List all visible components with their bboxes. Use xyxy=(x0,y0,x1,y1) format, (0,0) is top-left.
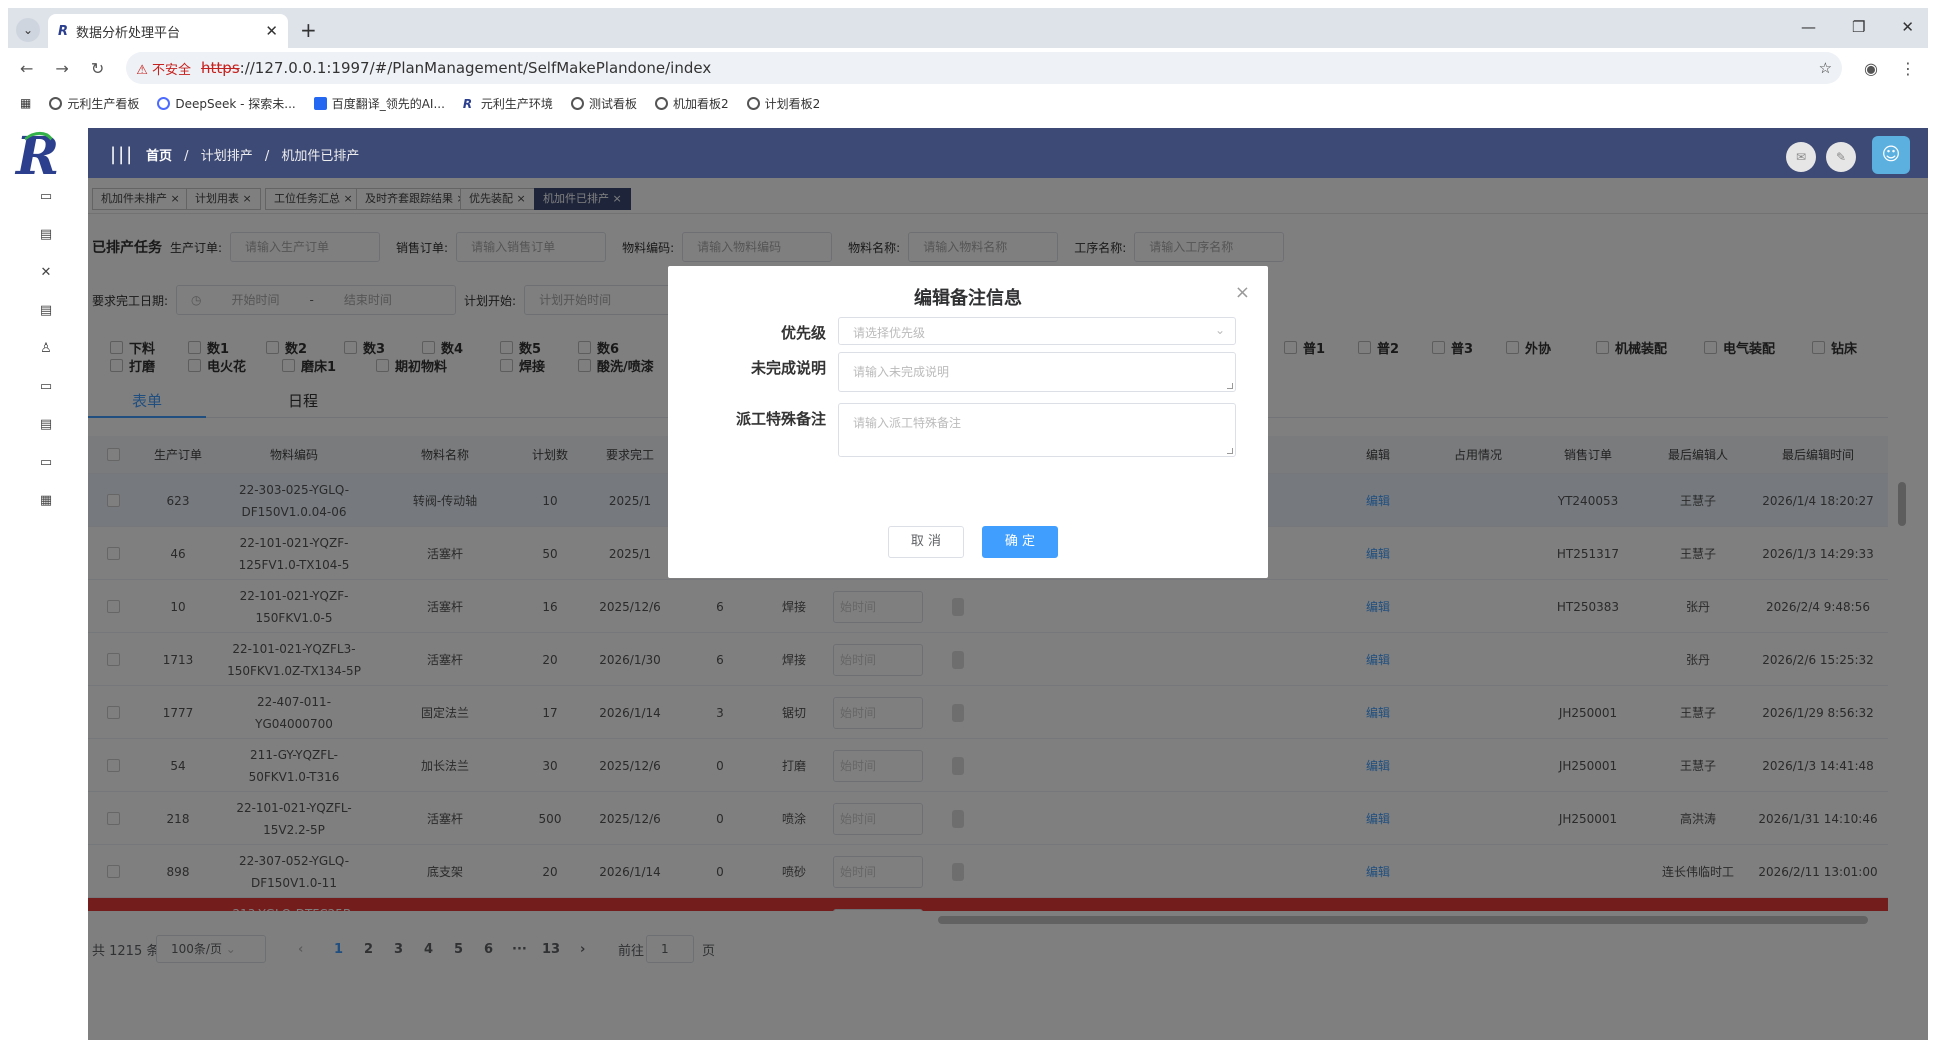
browser-tab[interactable]: R 数据分析处理平台 ✕ xyxy=(48,14,288,48)
translate-icon xyxy=(313,96,327,110)
breadcrumb-separator: / xyxy=(264,149,270,164)
globe-icon xyxy=(49,96,63,110)
bookmark-item[interactable]: 测试看板 xyxy=(570,95,637,112)
priority-label: 优先级 xyxy=(780,324,826,342)
bookmark-item[interactable]: R 元利生产环境 xyxy=(463,95,553,112)
globe-icon xyxy=(570,96,584,110)
new-tab-button[interactable]: + xyxy=(300,18,317,42)
profile-icon[interactable]: ◉ xyxy=(1864,59,1878,78)
confirm-button[interactable]: 确 定 xyxy=(982,526,1058,558)
monitor-icon[interactable]: ▭ xyxy=(38,190,54,204)
window-close-icon[interactable]: ✕ xyxy=(1901,18,1914,36)
toolbar: ← → ↻ ⚠ 不安全 https://127.0.0.1:1997/#/Pla… xyxy=(8,48,1928,88)
url-text: ://127.0.0.1:1997/#/PlanManagement/SelfM… xyxy=(239,59,712,77)
edit-remark-dialog: 编辑备注信息 × 优先级 请选择优先级 ⌄ 未完成说明 请输入未完成说明 派工特… xyxy=(668,266,1268,578)
bookmark-item[interactable]: DeepSeek - 探索未... xyxy=(157,95,296,112)
dispatch-textarea[interactable]: 请输入派工特殊备注 xyxy=(838,403,1236,457)
bookmarks-bar: ▦ 元利生产看板 DeepSeek - 探索未... 百度翻译_领先的AI...… xyxy=(8,88,1928,118)
minimize-icon[interactable]: — xyxy=(1801,18,1816,36)
browser-chrome: ⌄ R 数据分析处理平台 ✕ + — ❐ ✕ ← → ↻ ⚠ 不安全 https… xyxy=(8,8,1928,118)
apps-icon[interactable]: ▦ xyxy=(20,96,31,110)
tab-strip: ⌄ R 数据分析处理平台 ✕ + — ❐ ✕ xyxy=(8,8,1928,48)
breadcrumb-plan[interactable]: 计划排产 xyxy=(201,149,253,164)
bookmark-item[interactable]: 机加看板2 xyxy=(654,95,729,112)
incomplete-label: 未完成说明 xyxy=(750,359,826,377)
stamp-icon[interactable]: ♙ xyxy=(38,342,54,356)
hamburger-icon[interactable]: ||| xyxy=(110,144,134,165)
insecure-badge[interactable]: ⚠ 不安全 xyxy=(136,59,191,78)
tab-title: 数据分析处理平台 xyxy=(76,25,181,41)
globe-icon xyxy=(746,96,760,110)
tools-icon[interactable]: ✕ xyxy=(38,266,54,280)
url-scheme: https xyxy=(201,59,240,77)
reload-icon[interactable]: ↻ xyxy=(91,59,104,78)
bookmark-item[interactable]: 元利生产看板 xyxy=(49,95,139,112)
bookmark-item[interactable]: 计划看板2 xyxy=(746,95,820,112)
tab-search-button[interactable]: ⌄ xyxy=(16,18,40,42)
breadcrumb-separator: / xyxy=(184,149,189,164)
bookmark-star-icon[interactable]: ☆ xyxy=(1819,59,1832,77)
tab-close-icon[interactable]: ✕ xyxy=(265,22,278,40)
incomplete-textarea[interactable]: 请输入未完成说明 xyxy=(838,352,1236,392)
screen-icon[interactable]: ▭ xyxy=(38,456,54,470)
edit-icon[interactable]: ✎ xyxy=(1826,142,1856,172)
menu-icon[interactable]: ⋮ xyxy=(1900,59,1916,78)
breadcrumb-home[interactable]: 首页 xyxy=(146,149,172,164)
breadcrumb: 首页 / 计划排产 / 机加件已排产 xyxy=(146,145,359,164)
document-icon[interactable]: ▤ xyxy=(38,228,54,242)
close-icon[interactable]: × xyxy=(1235,282,1250,303)
app-logo: R ⌒ xyxy=(16,126,60,187)
top-header: ||| 首页 / 计划排产 / 机加件已排产 ✉ ✎ ☺ xyxy=(88,128,1928,178)
calendar-icon[interactable]: ▦ xyxy=(38,494,54,508)
chevron-down-icon: ⌄ xyxy=(1214,323,1225,337)
address-bar[interactable]: ⚠ 不安全 https://127.0.0.1:1997/#/PlanManag… xyxy=(126,52,1843,84)
report-icon[interactable]: ▤ xyxy=(38,418,54,432)
message-icon[interactable]: ✉ xyxy=(1786,142,1816,172)
breadcrumb-current: 机加件已排产 xyxy=(281,149,360,164)
machine-icon[interactable]: ▭ xyxy=(38,380,54,394)
avatar[interactable]: ☺ xyxy=(1872,136,1910,174)
r-logo-icon: R xyxy=(462,96,473,111)
window-controls: — ❐ ✕ xyxy=(1801,18,1914,36)
priority-select[interactable]: 请选择优先级 ⌄ xyxy=(838,317,1236,345)
sidebar: R ⌒ ▭ ▤ ✕ ▤ ♙ ▭ ▤ ▭ ▦ xyxy=(8,128,88,1040)
dialog-title: 编辑备注信息 xyxy=(914,288,1022,309)
deepseek-icon xyxy=(157,96,171,110)
list-icon[interactable]: ▤ xyxy=(38,304,54,318)
dispatch-label: 派工特殊备注 xyxy=(735,410,826,428)
forward-icon[interactable]: → xyxy=(55,59,68,78)
restore-icon[interactable]: ❐ xyxy=(1852,18,1865,36)
bookmark-item[interactable]: 百度翻译_领先的AI... xyxy=(313,95,445,112)
globe-icon xyxy=(654,96,668,110)
tab-favicon-icon: R xyxy=(58,23,69,39)
cancel-button[interactable]: 取 消 xyxy=(888,526,964,558)
back-icon[interactable]: ← xyxy=(20,59,33,78)
